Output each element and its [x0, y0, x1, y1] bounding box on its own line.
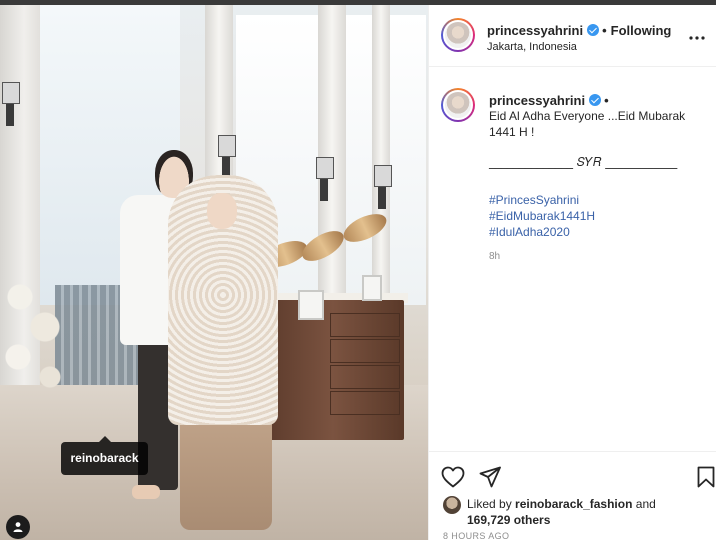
drawer [330, 365, 400, 389]
liked-by-prefix: Liked by [467, 497, 512, 511]
caption-text: Eid Al Adha Everyone ...Eid Mubarak 1441… [489, 109, 686, 139]
drawer [330, 391, 400, 415]
post-header: princessyahrini • Following Jakarta, Indon… [429, 5, 716, 67]
more-options-icon[interactable] [689, 27, 705, 43]
likes-summary: Liked by reinobarack_fashion and 169,729… [467, 496, 707, 528]
photo-frame [298, 290, 324, 320]
heart-icon [441, 466, 465, 488]
caption-timestamp: 8h [489, 251, 501, 262]
tagged-users-button[interactable] [6, 515, 30, 539]
caption-block: princessyahrini • Eid Al Adha Everyone ..… [429, 67, 716, 457]
caption-avatar[interactable] [441, 88, 475, 122]
liker-username[interactable]: reinobarack_fashion [515, 497, 632, 511]
post-side-panel: princessyahrini • Following Jakarta, Indon… [428, 5, 716, 540]
wall-lamp [374, 165, 392, 209]
and-label: and [635, 497, 656, 511]
liker-avatar[interactable] [443, 496, 461, 514]
user-tag-bubble[interactable]: reinobarack [61, 436, 148, 475]
hashtag-link[interactable]: #EidMubarak1441H [489, 208, 595, 224]
save-button[interactable] [693, 464, 716, 490]
photo-frame [362, 275, 382, 301]
paper-plane-icon [479, 466, 501, 488]
post-photo[interactable]: reinobarack [0, 5, 428, 540]
profile-avatar[interactable] [441, 18, 475, 52]
posted-timestamp: 8 HOURS AGO [443, 531, 510, 540]
share-button[interactable] [477, 464, 503, 490]
header-user-row: princessyahrini • Following [487, 23, 671, 38]
following-button[interactable]: Following [611, 23, 672, 38]
caption-signature: ______________ 𝑆𝑌𝑅 ____________ [489, 155, 678, 169]
action-bar: Liked by reinobarack_fashion and 169,729… [429, 451, 716, 540]
drawer [330, 313, 400, 337]
verified-badge-icon [589, 94, 602, 106]
hashtag-list: #PrincesSyahrini #EidMubarak1441H #IdulA… [489, 192, 595, 240]
caption-username[interactable]: princessyahrini [489, 93, 585, 108]
wall-lamp [316, 157, 334, 201]
verified-badge-icon [587, 24, 600, 36]
header-username[interactable]: princessyahrini [487, 23, 583, 38]
separator-dot: • [604, 93, 609, 108]
location-link[interactable]: Jakarta, Indonesia [487, 41, 577, 53]
man-feet [132, 485, 160, 499]
others-count-link[interactable]: 169,729 others [467, 513, 550, 527]
person-icon [13, 522, 23, 532]
separator-dot: • [602, 23, 607, 38]
orchid-flowers [0, 267, 70, 397]
wall-lamp [2, 82, 20, 126]
woman-face [207, 193, 237, 229]
hashtag-link[interactable]: #PrincesSyahrini [489, 192, 595, 208]
hashtag-link[interactable]: #IdulAdha2020 [489, 224, 595, 240]
caption-user-row: princessyahrini • [489, 93, 609, 108]
like-button[interactable] [440, 464, 466, 490]
bookmark-icon [697, 466, 715, 488]
drawer [330, 339, 400, 363]
